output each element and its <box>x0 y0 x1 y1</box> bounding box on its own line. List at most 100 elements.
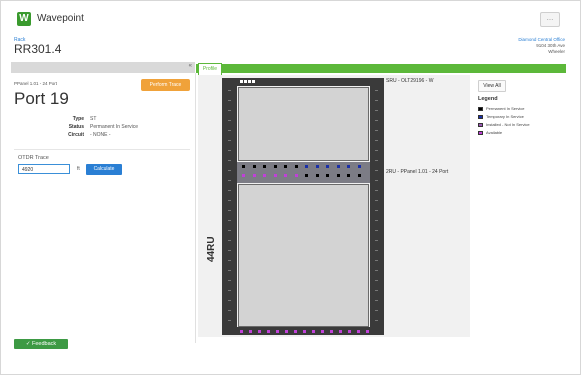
legend-item-available: Available <box>478 130 502 135</box>
rail-hole <box>375 250 378 251</box>
patch-port[interactable] <box>326 165 329 168</box>
rail-hole <box>228 310 231 311</box>
tab-profile[interactable]: Profile <box>198 63 222 75</box>
rail-hole <box>228 280 231 281</box>
legend-item-temporary: Temporary In Service <box>478 114 524 119</box>
rail-hole <box>228 150 231 151</box>
bottom-port[interactable] <box>267 330 270 333</box>
olt-port[interactable] <box>252 80 255 83</box>
legend-item-installed: Installed - Not In Service <box>478 122 530 127</box>
patch-port[interactable] <box>252 165 256 168</box>
patch-port[interactable] <box>252 174 256 177</box>
patch-port[interactable] <box>242 165 245 168</box>
legend-label: Temporary In Service <box>486 114 524 119</box>
bottom-port[interactable] <box>366 330 369 333</box>
left-panel-header: « <box>11 62 195 73</box>
rail-hole <box>375 310 378 311</box>
view-all-button[interactable]: View All <box>478 80 506 92</box>
feedback-label: Feedback <box>31 341 57 347</box>
rail-hole <box>375 190 378 191</box>
patch-port[interactable] <box>315 165 319 168</box>
patch-port[interactable] <box>336 165 340 168</box>
rail-hole <box>228 300 231 301</box>
calculate-button[interactable]: Calculate <box>86 164 122 175</box>
bottom-port[interactable] <box>348 330 351 333</box>
patch-port[interactable] <box>294 165 298 168</box>
bottom-port[interactable] <box>339 330 342 333</box>
rail-hole <box>375 100 378 101</box>
rack-id: RR301.4 <box>14 42 62 56</box>
bottom-port[interactable] <box>303 330 306 333</box>
bottom-port[interactable] <box>258 330 261 333</box>
patch-port[interactable] <box>357 165 361 168</box>
field-status-key: Status <box>68 124 84 130</box>
rail-hole <box>228 170 231 171</box>
rail-hole <box>375 110 378 111</box>
device-label-ppanel[interactable]: 2RU - PPanel 1.01 - 24 Port <box>386 169 448 175</box>
device-label-olt[interactable]: SRU - OLT29196 - W <box>386 78 433 84</box>
patch-port[interactable] <box>263 174 266 177</box>
rack-slot-upper[interactable] <box>238 87 369 161</box>
legend-title: Legend <box>478 96 498 102</box>
bottom-port[interactable] <box>312 330 315 333</box>
rail-hole <box>228 320 231 321</box>
rail-hole <box>375 140 378 141</box>
patch-port[interactable] <box>273 174 277 177</box>
bottom-port[interactable] <box>357 330 360 333</box>
field-type-key: Type <box>72 116 84 122</box>
bottom-port[interactable] <box>294 330 297 333</box>
rack-slot-lower[interactable] <box>238 184 369 327</box>
rail-hole <box>228 240 231 241</box>
patch-port[interactable] <box>284 165 287 168</box>
patch-port[interactable] <box>242 174 245 177</box>
patch-port[interactable] <box>284 174 287 177</box>
patch-port[interactable] <box>305 165 308 168</box>
otdr-unit: ft <box>77 166 80 172</box>
app-title: Wavepoint <box>37 13 84 24</box>
rail-hole <box>375 280 378 281</box>
collapse-icon[interactable]: « <box>189 63 192 69</box>
rail-hole <box>228 270 231 271</box>
patch-port[interactable] <box>347 174 350 177</box>
rail-hole <box>228 290 231 291</box>
rail-hole <box>375 300 378 301</box>
rail-hole <box>375 230 378 231</box>
tab-bar <box>196 64 566 73</box>
patch-port[interactable] <box>336 174 340 177</box>
patch-port[interactable] <box>294 174 298 177</box>
panel-label: PPanel 1.01 - 24 Port <box>14 81 58 86</box>
field-circuit-value: - NONE - <box>90 132 111 138</box>
patch-port[interactable] <box>315 174 319 177</box>
olt-port[interactable] <box>240 80 243 83</box>
rail-hole <box>228 200 231 201</box>
perform-trace-button[interactable]: Perform Trace <box>141 79 190 91</box>
rail-hole <box>375 200 378 201</box>
menu-button[interactable]: ... <box>540 12 560 27</box>
legend-label: Installed - Not In Service <box>486 122 530 127</box>
patch-panel[interactable] <box>237 162 370 183</box>
bottom-port[interactable] <box>249 330 252 333</box>
otdr-distance-input[interactable]: 4920 <box>18 164 70 174</box>
patch-port[interactable] <box>305 174 308 177</box>
olt-port[interactable] <box>248 80 251 83</box>
rail-hole <box>228 190 231 191</box>
patch-port[interactable] <box>357 174 361 177</box>
rail-hole <box>228 260 231 261</box>
olt-port[interactable] <box>244 80 247 83</box>
bottom-port[interactable] <box>276 330 279 333</box>
field-type-value: ST <box>90 116 97 122</box>
patch-port[interactable] <box>326 174 329 177</box>
feedback-button[interactable]: ✓ Feedback <box>14 339 68 349</box>
port-title: Port 19 <box>14 89 69 108</box>
patch-port[interactable] <box>263 165 266 168</box>
rail-hole <box>228 160 231 161</box>
rail-hole <box>375 170 378 171</box>
bottom-port[interactable] <box>330 330 333 333</box>
patch-port[interactable] <box>347 165 350 168</box>
bottom-port[interactable] <box>285 330 288 333</box>
bottom-port[interactable] <box>321 330 324 333</box>
bottom-port[interactable] <box>240 330 243 333</box>
rail-hole <box>228 230 231 231</box>
patch-port[interactable] <box>273 165 277 168</box>
legend-swatch <box>478 114 483 119</box>
